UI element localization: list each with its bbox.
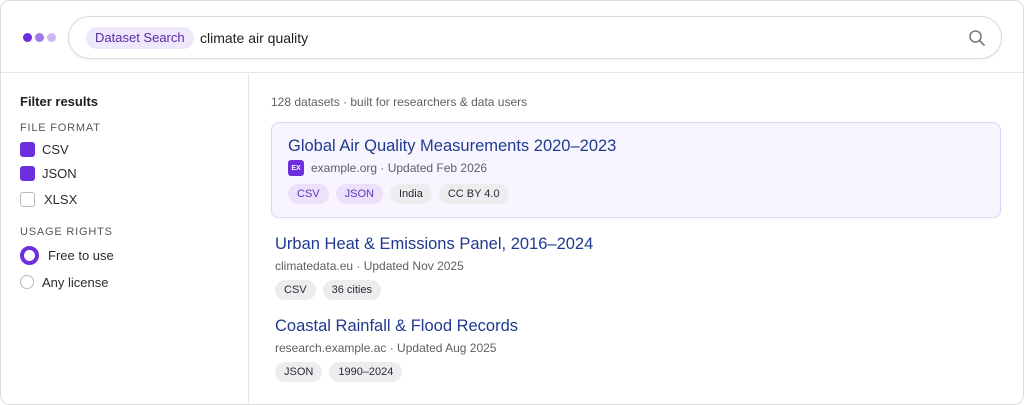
filter-option-label: CSV — [42, 141, 69, 157]
usage-rights-label: USAGE RIGHTS — [20, 226, 113, 238]
filter-option-free-to-use[interactable]: Free to use — [20, 245, 114, 265]
filter-option-any-license[interactable]: Any license — [20, 273, 108, 291]
tag[interactable]: JSON — [335, 184, 383, 204]
radio-selected-icon[interactable] — [20, 245, 39, 265]
result-title-link[interactable]: Urban Heat & Emissions Panel, 2016–2024 — [275, 235, 593, 254]
search-icon[interactable] — [968, 29, 986, 47]
tag[interactable]: CSV — [288, 184, 329, 204]
result-card-highlighted[interactable]: Global Air Quality Measurements 2020–202… — [271, 122, 1001, 218]
filter-option-label: Any license — [42, 274, 109, 290]
search-scope-chip[interactable]: Dataset Search — [86, 27, 194, 49]
filter-option-label: Free to use — [48, 247, 114, 263]
file-format-label: FILE FORMAT — [20, 122, 101, 134]
radio-unselected-icon[interactable] — [20, 275, 34, 289]
filter-option-csv[interactable]: CSV — [20, 140, 69, 158]
result-meta: EX example.org · Updated Feb 2026 — [288, 160, 487, 176]
tag[interactable]: 1990–2024 — [329, 362, 403, 382]
result-title-link[interactable]: Coastal Rainfall & Flood Records — [275, 317, 518, 336]
result-tags: CSV 36 cities — [275, 280, 381, 300]
results-summary: 128 datasets · built for researchers & d… — [271, 95, 528, 109]
checkbox-checked-icon[interactable] — [20, 141, 35, 157]
tag[interactable]: CC BY 4.0 — [438, 184, 509, 204]
tag[interactable]: JSON — [275, 362, 323, 382]
search-bar[interactable]: Dataset Search — [68, 16, 1002, 59]
app-logo[interactable] — [23, 33, 56, 42]
result-item: Coastal Rainfall & Flood Records — [275, 317, 518, 336]
result-tags: JSON 1990–2024 — [275, 362, 403, 382]
result-tags: CSV JSON India CC BY 4.0 — [288, 184, 509, 204]
tag[interactable]: 36 cities — [322, 280, 381, 300]
filter-sidebar: Filter results FILE FORMAT CSV JSON XLSX… — [1, 74, 249, 404]
filter-option-xlsx[interactable]: XLSX — [20, 190, 77, 208]
logo-dot — [23, 33, 32, 42]
result-source-text: example.org · Updated Feb 2026 — [311, 161, 488, 175]
header: Dataset Search — [1, 1, 1023, 73]
logo-dot — [35, 33, 44, 42]
result-meta: research.example.ac · Updated Aug 2025 — [275, 341, 497, 355]
tag[interactable]: CSV — [275, 280, 316, 300]
filter-title: Filter results — [20, 94, 99, 109]
checkbox-unchecked-icon[interactable] — [20, 191, 35, 207]
search-input[interactable] — [200, 27, 940, 49]
result-item: Urban Heat & Emissions Panel, 2016–2024 — [275, 235, 593, 254]
result-meta: climatedata.eu · Updated Nov 2025 — [275, 259, 464, 273]
filter-option-label: JSON — [42, 165, 77, 181]
filter-option-label: XLSX — [44, 191, 78, 207]
tag[interactable]: India — [389, 184, 432, 204]
app-window: Dataset Search Filter results FILE FORMA… — [0, 0, 1024, 405]
checkbox-checked-icon[interactable] — [20, 165, 35, 181]
filter-option-json[interactable]: JSON — [20, 164, 77, 182]
result-title-link[interactable]: Global Air Quality Measurements 2020–202… — [288, 137, 616, 156]
results-panel: 128 datasets · built for researchers & d… — [250, 74, 1023, 404]
logo-dot — [47, 33, 56, 42]
source-favicon-icon: EX — [288, 160, 304, 176]
